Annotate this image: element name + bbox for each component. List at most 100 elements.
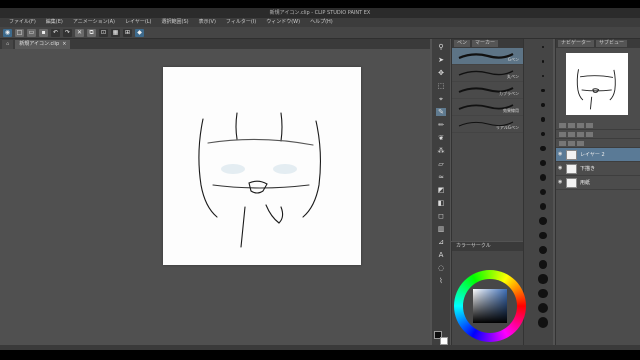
opacity-icon[interactable]: [568, 122, 575, 128]
balloon-tool-icon[interactable]: ◌: [436, 264, 446, 272]
brush-name: Gペン: [507, 57, 519, 62]
brush-item[interactable]: 丸ペン: [452, 65, 523, 82]
airbrush-tool-icon[interactable]: ⁂: [436, 147, 446, 155]
brush-size-dot[interactable]: [540, 131, 546, 137]
tab-pen[interactable]: ペン: [454, 40, 471, 47]
open-file-icon[interactable]: ▭: [27, 28, 36, 37]
fill-tool-icon[interactable]: ◩: [436, 186, 446, 194]
drawing-canvas[interactable]: [163, 67, 361, 265]
tab-subview[interactable]: サブビュー: [596, 40, 628, 47]
tab-marker[interactable]: マーカー: [472, 40, 499, 47]
visibility-eye-icon[interactable]: ◉: [558, 166, 563, 171]
brush-size-dot[interactable]: [541, 88, 545, 93]
brush-size-dot[interactable]: [538, 245, 548, 255]
brush-size-dot[interactable]: [539, 203, 547, 210]
brush-size-dot[interactable]: [538, 260, 548, 269]
layer-row[interactable]: ◉ レイヤー 2: [556, 148, 640, 162]
gradient-tool-icon[interactable]: ◧: [436, 199, 446, 207]
ruler-icon[interactable]: ⊞: [123, 28, 132, 37]
eraser-tool-icon[interactable]: ▱: [436, 160, 446, 168]
brush-item[interactable]: カブラペン: [452, 82, 523, 99]
operation-tool-icon[interactable]: ➤: [436, 56, 446, 64]
redo-icon[interactable]: ↷: [63, 28, 72, 37]
layer-row[interactable]: ◉ 下描き: [556, 162, 640, 176]
trash-icon[interactable]: [586, 131, 593, 137]
menu-edit[interactable]: 編集(E): [41, 18, 68, 27]
brush-size-dot[interactable]: [542, 46, 544, 48]
pen-tool-icon[interactable]: ✎: [436, 108, 446, 116]
transform-icon[interactable]: ⧉: [87, 28, 96, 37]
app-icon[interactable]: ◉: [3, 28, 12, 37]
lock-icon[interactable]: [577, 122, 584, 128]
navigator-preview[interactable]: [566, 53, 628, 115]
pencil-tool-icon[interactable]: ✏: [436, 121, 446, 129]
mask-icon[interactable]: [559, 140, 566, 146]
menu-animation[interactable]: アニメーション(A): [68, 18, 120, 27]
save-icon[interactable]: ▪: [39, 28, 48, 37]
brush-size-dot[interactable]: [539, 217, 547, 225]
new-layer-icon[interactable]: [559, 131, 566, 137]
brush-size-dot[interactable]: [541, 60, 545, 63]
brush-size-dot[interactable]: [539, 174, 547, 181]
layer-name: 用紙: [580, 180, 591, 186]
new-file-icon[interactable]: □: [15, 28, 24, 37]
status-bar: [0, 345, 640, 350]
undo-icon[interactable]: ↶: [51, 28, 60, 37]
folder-icon[interactable]: [577, 131, 584, 137]
brush-size-dot[interactable]: [539, 231, 547, 240]
brush-item[interactable]: 効果線用: [452, 99, 523, 116]
visibility-eye-icon[interactable]: ◉: [558, 180, 563, 185]
brush-size-dot[interactable]: [537, 317, 549, 328]
figure-tool-icon[interactable]: ◻: [436, 212, 446, 220]
navigator-thumbnail: [576, 69, 616, 110]
home-tab[interactable]: ⌂: [2, 40, 14, 49]
brush-size-dot[interactable]: [537, 302, 549, 314]
layer-thumbnail: [566, 149, 577, 160]
brush-size-dot[interactable]: [540, 160, 546, 166]
menu-help[interactable]: ヘルプ(H): [305, 18, 338, 27]
document-tab[interactable]: 新規アイコン.clip ×: [15, 40, 71, 49]
close-tab-icon[interactable]: ×: [62, 40, 66, 49]
frame-tool-icon[interactable]: ▥: [436, 225, 446, 233]
saturation-value-square[interactable]: [473, 289, 507, 323]
brush-size-dot[interactable]: [541, 103, 545, 107]
snap-icon[interactable]: ⊡: [99, 28, 108, 37]
new-vector-layer-icon[interactable]: [568, 131, 575, 137]
zoom-tool-icon[interactable]: ⚲: [436, 43, 446, 51]
brush-size-dot[interactable]: [540, 117, 546, 122]
grid-icon[interactable]: ▦: [111, 28, 120, 37]
ruler-tool-icon[interactable]: ⊿: [436, 238, 446, 246]
brush-size-dot[interactable]: [539, 188, 547, 196]
canvas-area[interactable]: [0, 49, 430, 345]
brush-size-dot[interactable]: [538, 288, 548, 299]
line-fix-tool-icon[interactable]: ⌇: [436, 277, 446, 285]
tab-navigator[interactable]: ナビゲーター: [558, 40, 595, 47]
brush-size-dot[interactable]: [538, 274, 548, 284]
visibility-eye-icon[interactable]: ◉: [558, 152, 563, 157]
merge-icon[interactable]: [568, 140, 575, 146]
brush-size-dot[interactable]: [540, 145, 546, 152]
brush-size-dot[interactable]: [541, 74, 545, 78]
menu-layer[interactable]: レイヤー(L): [120, 18, 157, 27]
blend-mode-icon[interactable]: [559, 122, 566, 128]
menu-selection[interactable]: 選択範囲(S): [157, 18, 194, 27]
clear-icon[interactable]: ✕: [75, 28, 84, 37]
ruler-layer-icon[interactable]: [577, 140, 584, 146]
sub-color-swatch[interactable]: [440, 337, 448, 345]
layer-name: レイヤー 2: [580, 152, 605, 158]
text-tool-icon[interactable]: A: [436, 251, 446, 259]
brush-item[interactable]: Gペン: [452, 48, 523, 65]
brush-item[interactable]: リアルGペン: [452, 116, 523, 133]
selection-tool-icon[interactable]: ⬚: [436, 82, 446, 90]
menu-window[interactable]: ウィンドウ(W): [261, 18, 305, 27]
move-tool-icon[interactable]: ✥: [436, 69, 446, 77]
clip-icon[interactable]: [586, 122, 593, 128]
menu-filter[interactable]: フィルター(I): [221, 18, 261, 27]
menu-file[interactable]: ファイル(F): [4, 18, 41, 27]
assets-icon[interactable]: ◆: [135, 28, 144, 37]
blend-tool-icon[interactable]: ≈: [436, 173, 446, 181]
layer-row[interactable]: ◉ 用紙: [556, 176, 640, 190]
menu-view[interactable]: 表示(V): [194, 18, 221, 27]
brush-tool-icon[interactable]: ❦: [436, 134, 446, 142]
eyedropper-tool-icon[interactable]: ⌖: [436, 95, 446, 103]
